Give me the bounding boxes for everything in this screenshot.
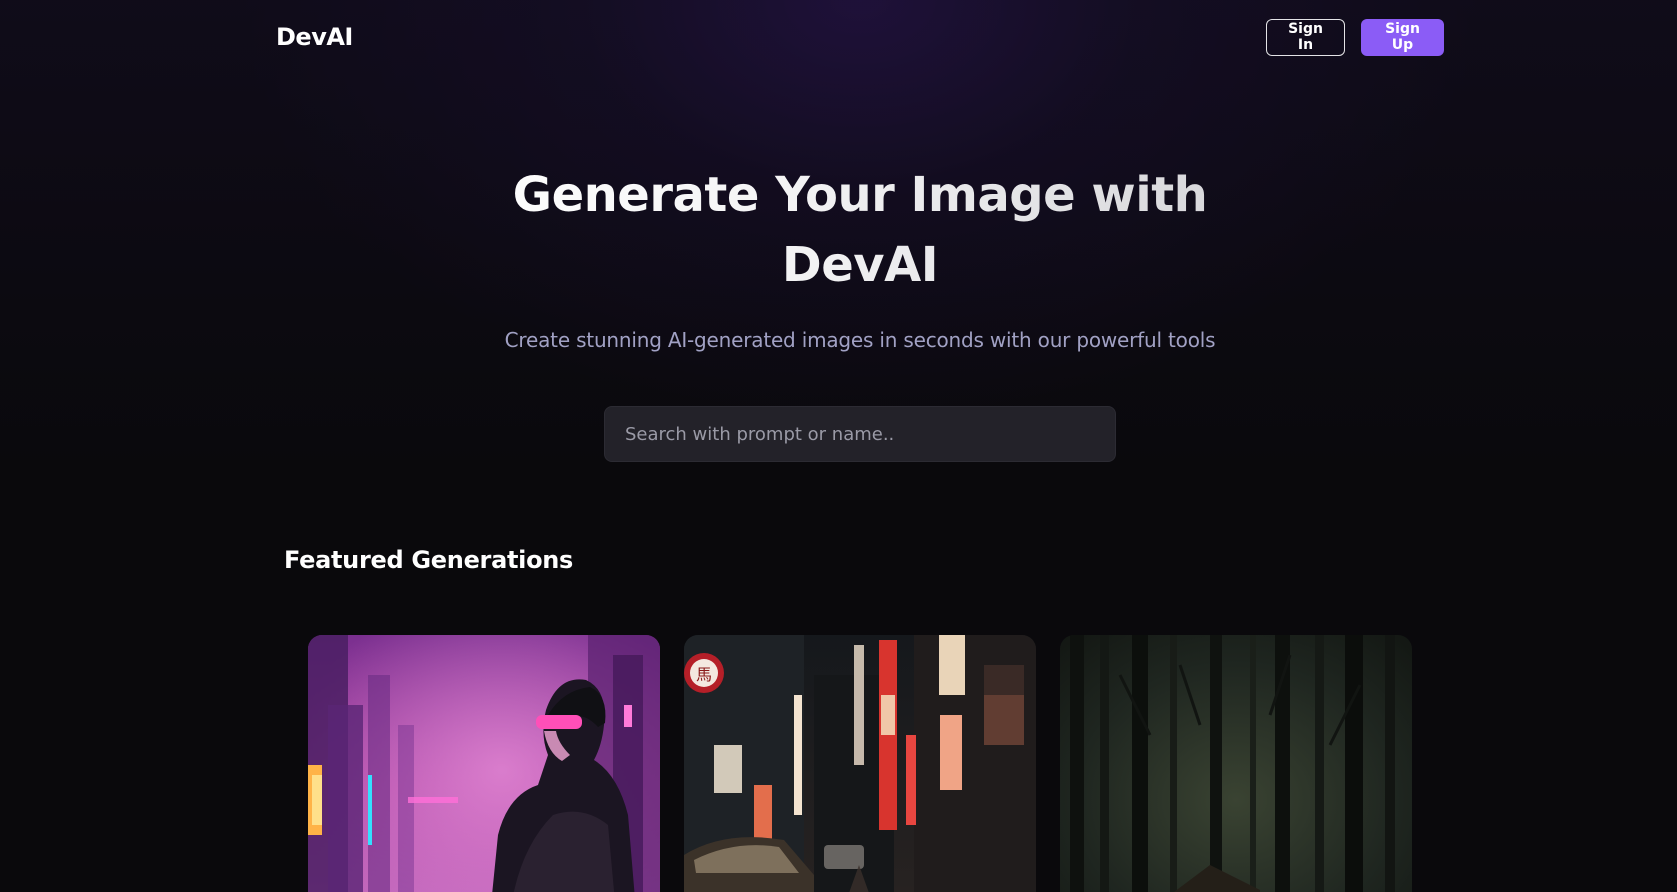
featured-gallery: 馬 <box>308 635 1412 892</box>
brand-logo[interactable]: DevAI <box>276 23 353 51</box>
search-input[interactable] <box>605 407 1115 461</box>
page: DevAI Sign In Sign Up Generate Your Imag… <box>0 0 1677 892</box>
svg-text:馬: 馬 <box>696 665 712 684</box>
dark-forest-image <box>1060 635 1412 892</box>
hero-title: Generate Your Image with DevAI <box>438 160 1282 300</box>
gallery-card-night-street[interactable]: 馬 <box>684 635 1036 892</box>
gallery-card-forest[interactable] <box>1060 635 1412 892</box>
search-box <box>604 406 1116 462</box>
navbar: DevAI Sign In Sign Up <box>276 18 1444 56</box>
hero-subtitle: Create stunning AI-generated images in s… <box>504 328 1216 352</box>
night-street-image: 馬 <box>684 635 1036 892</box>
featured-section-title: Featured Generations <box>284 546 574 574</box>
gallery-card-cyberpunk[interactable] <box>308 635 660 892</box>
sign-up-button[interactable]: Sign Up <box>1361 18 1444 56</box>
cyberpunk-woman-image <box>308 635 660 892</box>
sign-in-button[interactable]: Sign In <box>1266 18 1345 56</box>
hero-title-line-2: DevAI <box>781 237 939 293</box>
hero-title-line-1: Generate Your Image with <box>512 167 1208 223</box>
nav-actions: Sign In Sign Up <box>1266 18 1444 56</box>
